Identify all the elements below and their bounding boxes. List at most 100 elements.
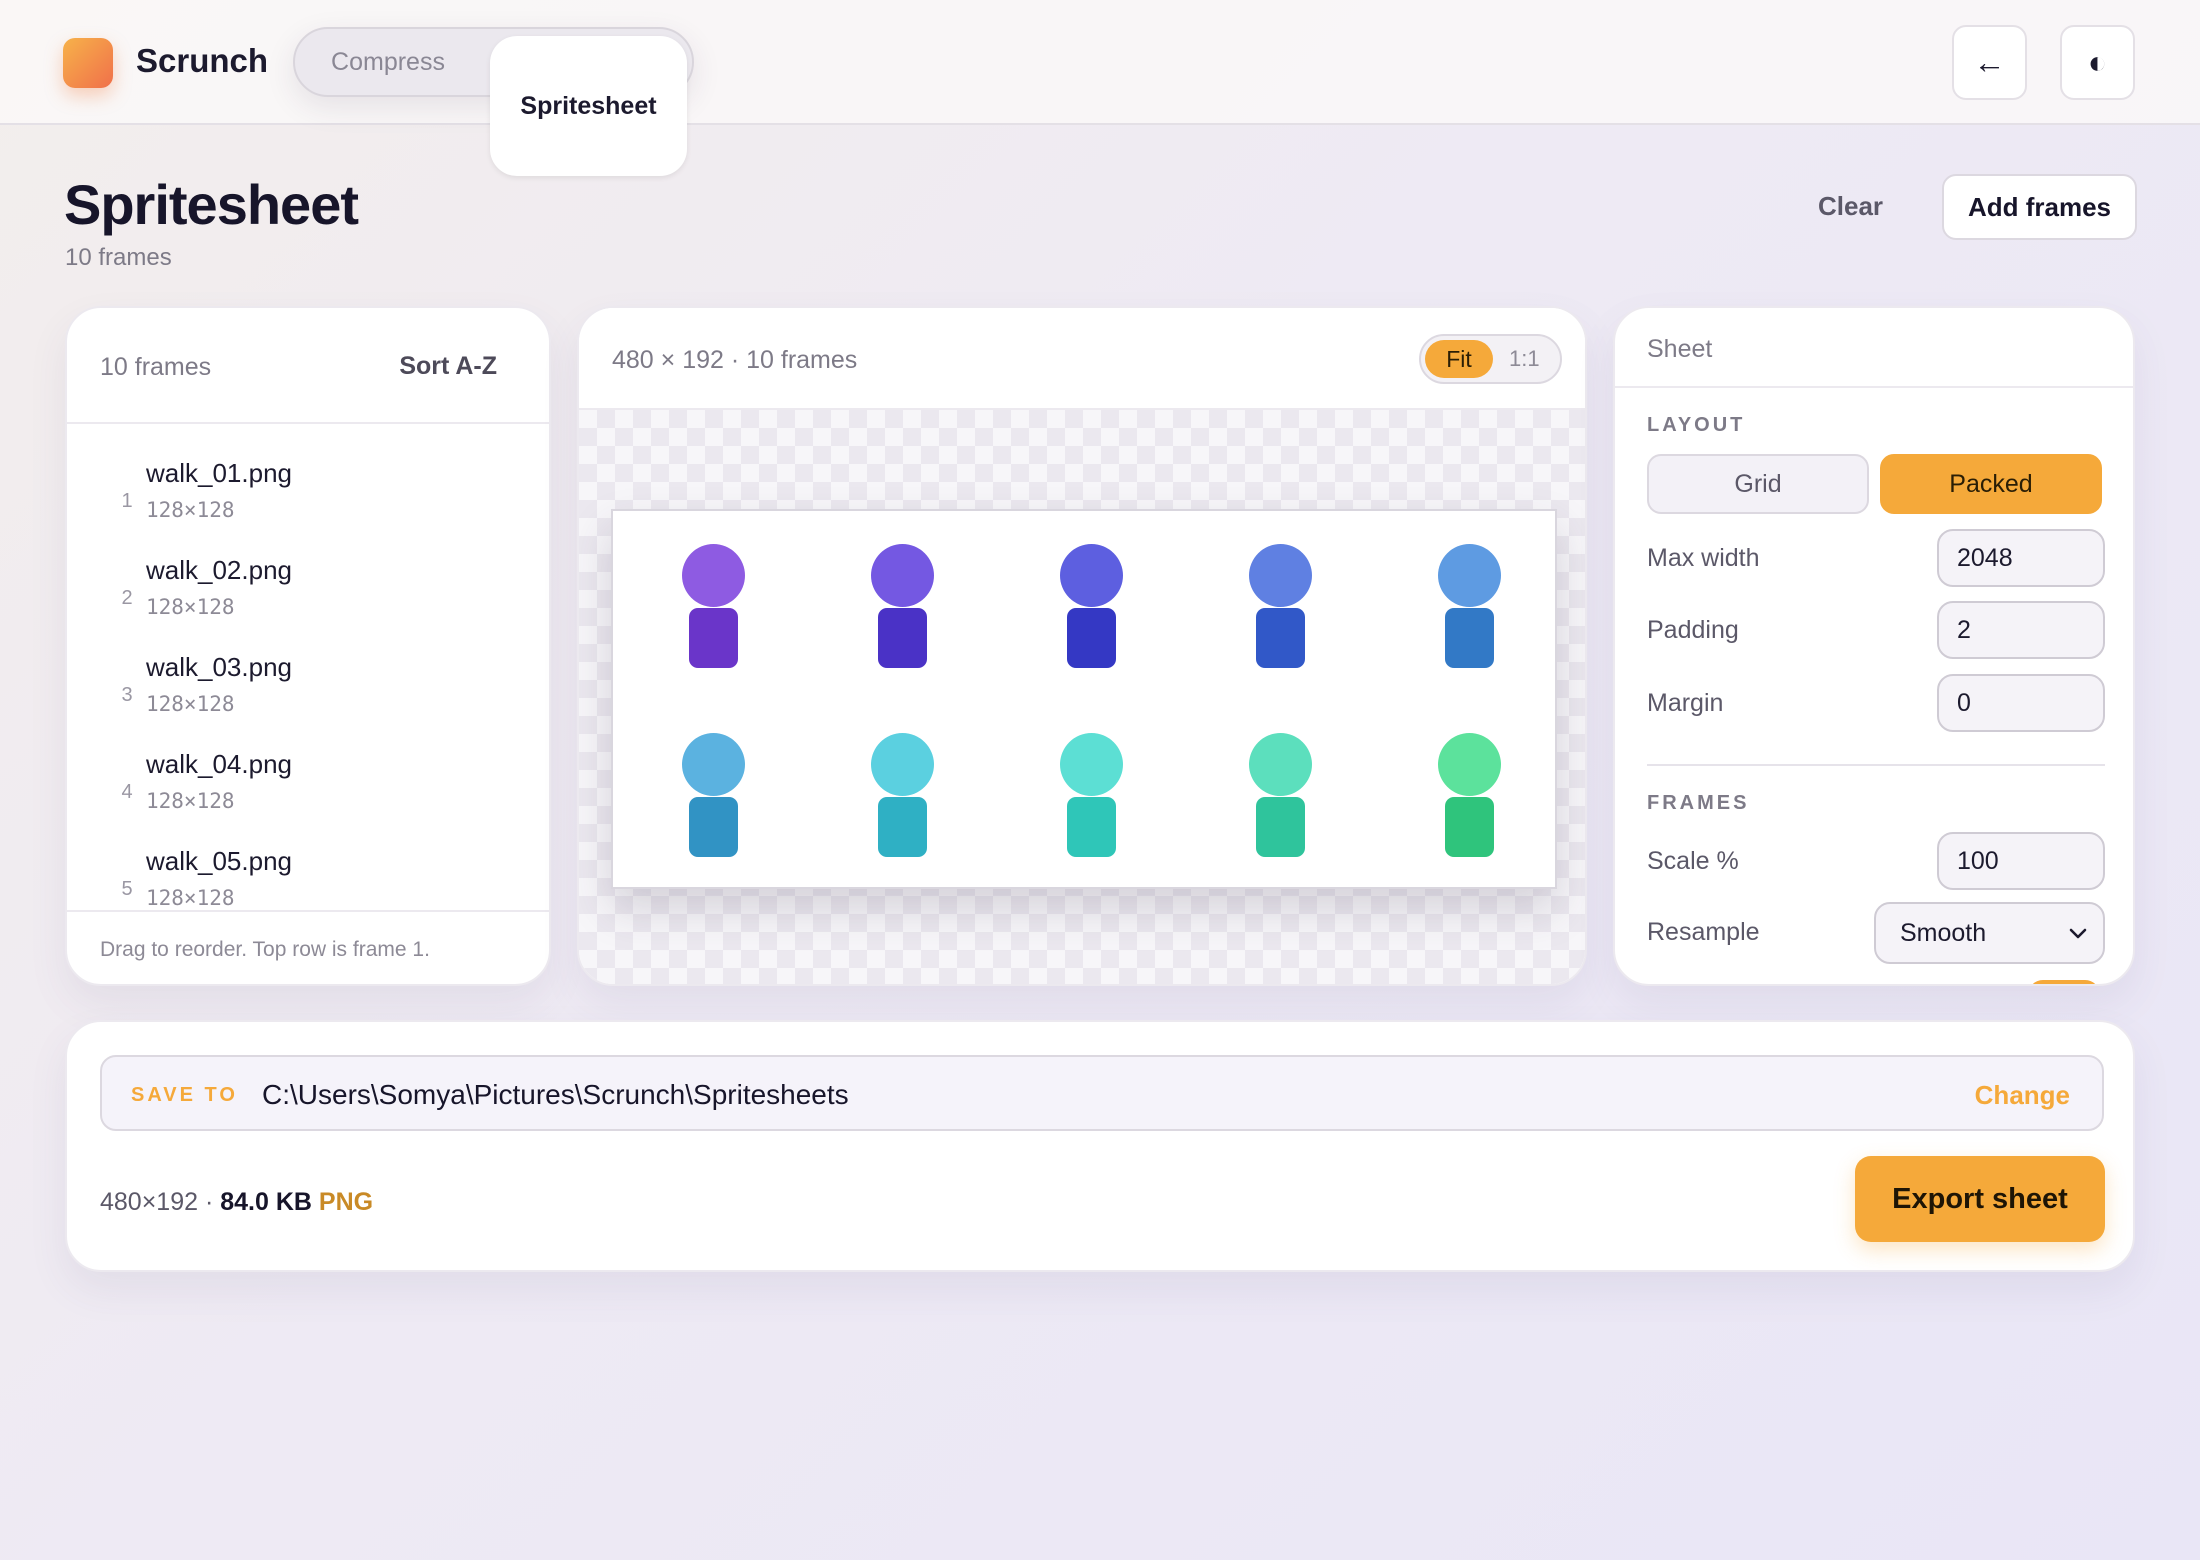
export-summary: 480×192 · 84.0 KB PNG [100, 1188, 373, 1217]
list-item[interactable]: 4 walk_04.png 128×128 [67, 739, 549, 836]
resample-select[interactable]: Smooth [1874, 902, 2105, 964]
sprite-body [1256, 608, 1305, 668]
page-title: Spritesheet [64, 173, 359, 236]
frames-count: 10 frames [100, 353, 212, 381]
sprite-body [1445, 608, 1494, 668]
max-width-label: Max width [1647, 544, 1760, 572]
mode-switch: Compress Spritesheet [293, 27, 694, 176]
tab-spritesheet[interactable]: Spritesheet [490, 36, 687, 176]
frame-index: 5 [121, 878, 133, 900]
sprite-head [682, 733, 745, 796]
preview-info: 480 × 192 · 10 frames [612, 346, 858, 374]
scale-label: Scale % [1647, 847, 1739, 875]
output-size: 84.0 KB [220, 1188, 312, 1216]
sprite-body [689, 797, 738, 857]
frame-name: walk_02.png [146, 555, 292, 585]
padding-input[interactable]: 2 [1937, 601, 2105, 659]
sprite-head [1060, 733, 1123, 796]
export-sheet-button[interactable]: Export sheet [1855, 1156, 2105, 1242]
frame-size: 128×128 [146, 692, 235, 716]
resample-value: Smooth [1900, 918, 1987, 947]
spritesheet-preview [611, 509, 1557, 889]
clear-button[interactable]: Clear [1818, 191, 1883, 222]
max-width-input[interactable]: 2048 [1937, 529, 2105, 587]
zoom-fit-button[interactable]: Fit [1425, 340, 1493, 378]
export-panel: SAVE TO C:\Users\Somya\Pictures\Scrunch\… [65, 1020, 2135, 1272]
toggle-switch[interactable] [2028, 980, 2100, 984]
output-format: PNG [318, 1188, 374, 1216]
sheet-settings-header: Sheet [1615, 308, 2133, 388]
sprite-head [1060, 544, 1123, 607]
app-title: Scrunch [136, 42, 269, 79]
frames-section-label: FRAMES [1647, 792, 1750, 814]
sprite-head [871, 544, 934, 607]
back-button[interactable]: ← [1952, 25, 2027, 100]
arrow-left-icon: ← [1973, 44, 2006, 80]
frame-index: 2 [121, 587, 133, 609]
sprite-body [689, 608, 738, 668]
tab-compress[interactable]: Compress [303, 36, 473, 89]
frame-index: 1 [121, 490, 133, 512]
layout-packed-button[interactable]: Packed [1880, 454, 2102, 514]
sprite-head [1438, 733, 1501, 796]
frame-size: 128×128 [146, 595, 235, 619]
sprite-frame [862, 544, 942, 684]
preview-canvas[interactable] [579, 410, 1585, 984]
frames-panel: 10 frames Sort A-Z 1 walk_01.png 128×128… [65, 306, 551, 986]
reorder-hint: Drag to reorder. Top row is frame 1. [100, 938, 430, 961]
list-item[interactable]: 1 walk_01.png 128×128 [67, 448, 549, 545]
layout-grid-button[interactable]: Grid [1647, 454, 1869, 514]
preview-header: 480 × 192 · 10 frames Fit 1:1 [579, 308, 1585, 410]
page-subtitle: 10 frames [65, 244, 172, 271]
margin-input[interactable]: 0 [1937, 674, 2105, 732]
frame-size: 128×128 [146, 498, 235, 522]
sheet-settings-panel: Sheet LAYOUT Grid Packed Max width 2048 … [1613, 306, 2135, 986]
frame-name: walk_01.png [146, 458, 292, 488]
frame-name: walk_04.png [146, 749, 292, 779]
sprite-body [1067, 797, 1116, 857]
scale-input[interactable]: 100 [1937, 832, 2105, 890]
preview-panel: 480 × 192 · 10 frames Fit 1:1 [577, 306, 1587, 986]
change-location-button[interactable]: Change [1975, 1080, 2070, 1111]
list-item[interactable]: 2 walk_02.png 128×128 [67, 545, 549, 642]
sprite-frame [1051, 733, 1131, 873]
theme-toggle-button[interactable]: ◐ [2060, 25, 2135, 100]
sprite-head [1249, 544, 1312, 607]
sprite-body [1067, 608, 1116, 668]
sprite-frame [673, 544, 753, 684]
save-location-bar: SAVE TO C:\Users\Somya\Pictures\Scrunch\… [100, 1055, 2104, 1131]
sprite-frame [1429, 544, 1509, 684]
save-to-label: SAVE TO [131, 1084, 238, 1106]
sprite-head [1438, 544, 1501, 607]
sprite-frame [673, 733, 753, 873]
frames-panel-header: 10 frames Sort A-Z [67, 308, 549, 424]
frame-name: walk_05.png [146, 846, 292, 876]
sprite-head [871, 733, 934, 796]
layout-section-label: LAYOUT [1647, 414, 1746, 436]
contrast-icon: ◐ [2087, 44, 2108, 80]
sprite-body [878, 608, 927, 668]
sprite-frame [1240, 544, 1320, 684]
top-bar: Scrunch Compress Spritesheet ← ◐ [0, 0, 2200, 176]
sprite-frame [1051, 544, 1131, 684]
sprite-frame [1240, 733, 1320, 873]
section-divider [1647, 764, 2105, 766]
zoom-actual-button[interactable]: 1:1 [1509, 346, 1540, 372]
sprite-body [1256, 797, 1305, 857]
sprite-frame [862, 733, 942, 873]
add-frames-button[interactable]: Add frames [1942, 174, 2137, 240]
chevron-down-icon [2069, 928, 2087, 939]
zoom-switch: Fit 1:1 [1419, 334, 1562, 384]
list-item[interactable]: 3 walk_03.png 128×128 [67, 642, 549, 739]
sprite-frame [1429, 733, 1509, 873]
padding-label: Padding [1647, 616, 1739, 644]
sprite-head [1249, 733, 1312, 796]
save-path: C:\Users\Somya\Pictures\Scrunch\Spritesh… [262, 1079, 849, 1110]
sprite-body [878, 797, 927, 857]
sort-button[interactable]: Sort A-Z [399, 352, 497, 381]
frame-size: 128×128 [146, 789, 235, 813]
frames-panel-footer: Drag to reorder. Top row is frame 1. [67, 910, 549, 984]
output-dimensions: 480×192 · [100, 1188, 221, 1216]
frame-index: 3 [121, 684, 133, 706]
margin-label: Margin [1647, 689, 1724, 717]
